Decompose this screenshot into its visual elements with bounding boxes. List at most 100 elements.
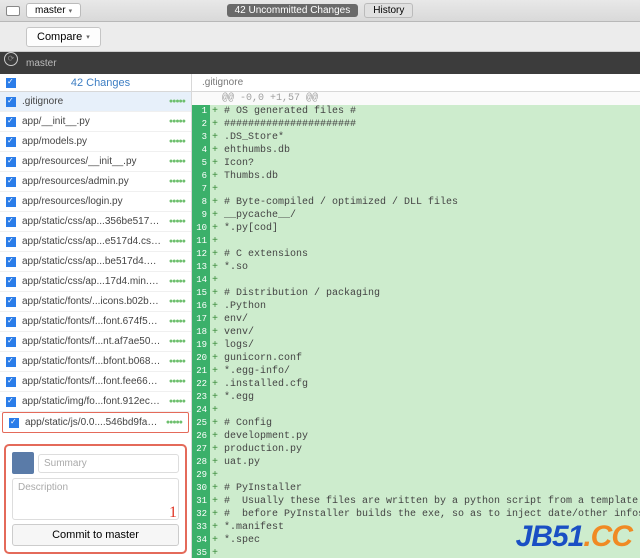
file-row[interactable]: app/static/fonts/f...font.674f50d.eot●●●… [0, 312, 191, 332]
code-text: logs/ [220, 339, 640, 352]
file-row[interactable]: app/models.py●●●●● [0, 132, 191, 152]
code-text: # Config [220, 417, 640, 430]
file-checkbox[interactable] [6, 197, 16, 207]
diff-line: 29+ [192, 469, 640, 482]
diff-line: 5+Icon? [192, 157, 640, 170]
diff-line: 9+__pycache__/ [192, 209, 640, 222]
file-checkbox[interactable] [6, 237, 16, 247]
history-tab[interactable]: History [364, 3, 413, 18]
code-text: .DS_Store* [220, 131, 640, 144]
line-number: 19 [192, 339, 210, 352]
file-name: app/resources/admin.py [22, 176, 163, 187]
file-row[interactable]: app/static/img/fo...font.912ec66.svg●●●●… [0, 392, 191, 412]
plus-icon: + [210, 339, 220, 352]
file-row[interactable]: app/resources/admin.py ●●●●● [0, 172, 191, 192]
line-number: 5 [192, 157, 210, 170]
description-input[interactable]: Description [12, 478, 179, 520]
file-checkbox[interactable] [6, 257, 16, 267]
file-checkbox[interactable] [6, 97, 16, 107]
line-number: 30 [192, 482, 210, 495]
diff-stat-added-icon: ●●●●● [169, 338, 185, 345]
line-number: 27 [192, 443, 210, 456]
plus-icon: + [210, 482, 220, 495]
file-checkbox[interactable] [6, 277, 16, 287]
file-row[interactable]: app/resources/login.py●●●●● [0, 192, 191, 212]
code-text [220, 404, 640, 417]
file-checkbox[interactable] [6, 117, 16, 127]
plus-icon: + [210, 365, 220, 378]
diff-line: 17+env/ [192, 313, 640, 326]
file-row[interactable]: app/static/css/ap...356be517d4.css●●●●● [0, 212, 191, 232]
uncommitted-changes-badge[interactable]: 42 Uncommitted Changes [227, 4, 359, 17]
plus-icon: + [210, 105, 220, 118]
branch-selector[interactable]: master [26, 3, 81, 18]
file-checkbox[interactable] [6, 137, 16, 147]
file-row[interactable]: app/static/css/ap...e517d4.css.map●●●●● [0, 232, 191, 252]
plus-icon: + [210, 118, 220, 131]
code-text [220, 469, 640, 482]
file-checkbox[interactable] [6, 397, 16, 407]
line-number: 33 [192, 521, 210, 534]
diff-stat-added-icon: ●●●●● [169, 298, 185, 305]
compare-button[interactable]: Compare [26, 27, 101, 47]
file-name: app/resources/__init__.py [22, 156, 163, 167]
plus-icon: + [210, 209, 220, 222]
changes-count-label: 42 Changes [16, 77, 185, 89]
file-checkbox[interactable] [6, 337, 16, 347]
branch-bar: master [0, 52, 640, 74]
line-number: 22 [192, 378, 210, 391]
file-row[interactable]: app/__init__.py●●●●● [0, 112, 191, 132]
file-name: app/__init__.py [22, 116, 163, 127]
plus-icon: + [210, 508, 220, 521]
file-name: app/static/img/fo...font.912ec66.svg [22, 396, 163, 407]
line-number: 21 [192, 365, 210, 378]
diff-line: 20+gunicorn.conf [192, 352, 640, 365]
line-number: 9 [192, 209, 210, 222]
diff-line: 11+ [192, 235, 640, 248]
commit-button[interactable]: Commit to master [12, 524, 179, 546]
diff-line: 4+ehthumbs.db [192, 144, 640, 157]
file-row[interactable]: app/static/css/ap...17d4.min.min.css●●●●… [0, 272, 191, 292]
diff-stat-added-icon: ●●●●● [169, 358, 185, 365]
plus-icon: + [210, 469, 220, 482]
file-checkbox[interactable] [6, 377, 16, 387]
code-text: # OS generated files # [220, 105, 640, 118]
plus-icon: + [210, 378, 220, 391]
diff-line: 30+# PyInstaller [192, 482, 640, 495]
plus-icon: + [210, 196, 220, 209]
diff-line: 2+###################### [192, 118, 640, 131]
file-row[interactable]: app/static/fonts/...icons.b02bdc1.ttf●●●… [0, 292, 191, 312]
line-number: 35 [192, 547, 210, 558]
diff-line: 10+*.py[cod] [192, 222, 640, 235]
diff-line: 15+# Distribution / packaging [192, 287, 640, 300]
file-checkbox[interactable] [6, 177, 16, 187]
file-checkbox[interactable] [6, 157, 16, 167]
summary-input[interactable]: Summary [38, 454, 179, 473]
diff-line: 3+.DS_Store* [192, 131, 640, 144]
file-checkbox[interactable] [6, 217, 16, 227]
file-row[interactable]: app/static/fonts/f...nt.af7ae50.woff2●●●… [0, 332, 191, 352]
file-row[interactable]: .gitignore●●●●● [0, 92, 191, 112]
file-row[interactable]: app/static/js/0.0....546bd9fa250d.js●●●●… [2, 412, 189, 433]
file-row[interactable]: app/resources/__init__.py●●●●● [0, 152, 191, 172]
file-checkbox[interactable] [6, 317, 16, 327]
diff-stat-added-icon: ●●●●● [169, 178, 185, 185]
select-all-checkbox[interactable] [6, 78, 16, 88]
code-text: # Byte-compiled / optimized / DLL files [220, 196, 640, 209]
line-number: 12 [192, 248, 210, 261]
diff-line: 12+# C extensions [192, 248, 640, 261]
file-row[interactable]: app/static/fonts/f...bfont.b0687ff.ttf●●… [0, 352, 191, 372]
file-checkbox[interactable] [9, 418, 19, 428]
file-name: app/static/css/ap...be517d4.min.css [22, 256, 163, 267]
file-checkbox[interactable] [6, 357, 16, 367]
file-checkbox[interactable] [6, 297, 16, 307]
sync-icon[interactable]: ⟳ [4, 52, 18, 66]
file-row[interactable]: app/static/css/ap...be517d4.min.css●●●●● [0, 252, 191, 272]
file-name: app/static/css/ap...17d4.min.min.css [22, 276, 163, 287]
plus-icon: + [210, 287, 220, 300]
line-number: 2 [192, 118, 210, 131]
code-text: *.so [220, 261, 640, 274]
file-row[interactable]: app/static/fonts/f...font.fee66e7.woff●●… [0, 372, 191, 392]
line-number: 16 [192, 300, 210, 313]
code-text: *.py[cod] [220, 222, 640, 235]
